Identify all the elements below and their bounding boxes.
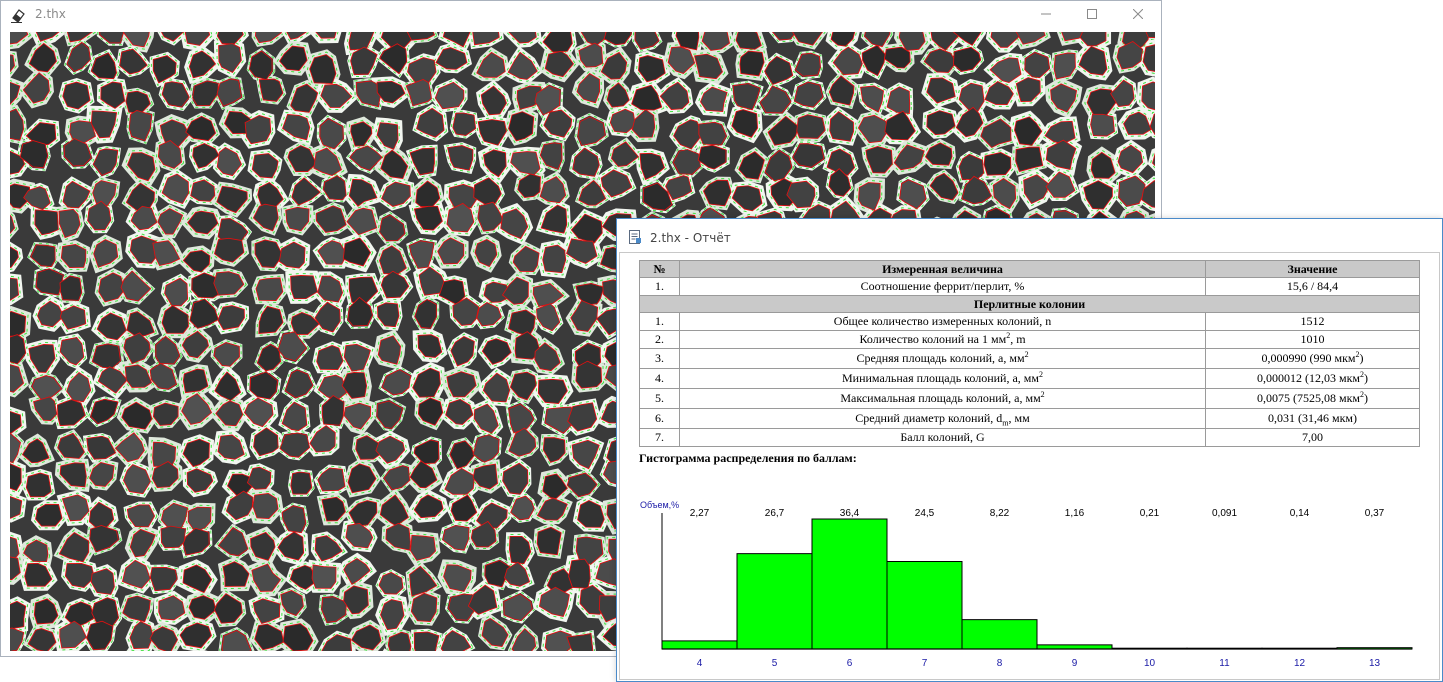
row-label: Соотношение феррит/перлит, % <box>679 277 1206 296</box>
report-content[interactable]: № Измеренная величина Значение 1. Соотно… <box>619 252 1440 680</box>
histogram-bar <box>886 561 963 650</box>
x-tick-label: 5 <box>772 658 778 669</box>
bar-value-label: 36,4 <box>840 508 860 519</box>
value-suffix: ) <box>1364 371 1368 385</box>
x-tick-label: 11 <box>1219 658 1230 669</box>
value-suffix: ) <box>1364 391 1368 405</box>
bar-value-label: 1,16 <box>1065 508 1085 519</box>
row-label: Максимальная площадь колоний, a, мм2 <box>679 388 1206 409</box>
label-text: Средняя площадь колоний, a, мм <box>856 351 1025 365</box>
report-icon <box>627 229 643 245</box>
report-window-titlebar[interactable]: 2.thx - Отчёт <box>617 219 1442 251</box>
value-text: 0,000012 (12,03 мкм <box>1256 371 1360 385</box>
label-text: Количество колоний на 1 мм <box>859 332 1007 346</box>
report-window[interactable]: 2.thx - Отчёт № Измеренная величина Знач… <box>616 218 1443 682</box>
eraser-icon <box>10 7 26 23</box>
table-row: 5. Максимальная площадь колоний, a, мм2 … <box>639 388 1420 409</box>
close-icon <box>1133 9 1143 19</box>
histogram-bar <box>736 553 813 650</box>
col-header-quantity: Измеренная величина <box>679 260 1206 278</box>
row-value: 0,000012 (12,03 мкм2) <box>1205 368 1420 389</box>
row-value: 0,031 (31,46 мкм) <box>1205 408 1420 429</box>
table-row: 1. Соотношение феррит/перлит, % 15,6 / 8… <box>639 277 1420 296</box>
label-text: Максимальная площадь колоний, a, мм <box>840 391 1041 405</box>
section-title: Перлитные колонии <box>639 295 1420 313</box>
row-label: Минимальная площадь колоний, a, мм2 <box>679 368 1206 389</box>
col-header-number: № <box>639 260 680 278</box>
bar-value-label: 8,22 <box>990 508 1010 519</box>
label-superscript: 2 <box>1024 350 1029 359</box>
bar-value-label: 0,21 <box>1140 508 1160 519</box>
row-number: 6. <box>639 408 680 429</box>
report-window-title: 2.thx - Отчёт <box>650 231 731 245</box>
x-tick-label: 9 <box>1072 658 1078 669</box>
histogram-bar <box>661 640 738 650</box>
label-text: Средний диаметр колоний, d <box>855 411 1003 425</box>
row-label: Общее количество измеренных колоний, n <box>679 312 1206 331</box>
row-number: 7. <box>639 428 680 447</box>
table-header-row: № Измеренная величина Значение <box>639 260 1420 278</box>
row-number: 1. <box>639 312 680 331</box>
row-number: 1. <box>639 277 680 296</box>
histogram-bar <box>1036 644 1113 650</box>
value-text: 0,0075 (7525,08 мкм <box>1256 391 1360 405</box>
row-number: 3. <box>639 348 680 369</box>
table-row: 4. Минимальная площадь колоний, a, мм2 0… <box>639 368 1420 389</box>
x-tick-label: 13 <box>1369 658 1381 669</box>
image-window-titlebar[interactable]: 2.thx <box>1 1 1161 27</box>
table-row: 1. Общее количество измеренных колоний, … <box>639 312 1420 331</box>
minimize-icon <box>1041 13 1051 15</box>
table-row: 6. Средний диаметр колоний, dm, мм 0,031… <box>639 408 1420 429</box>
table-section-row: Перлитные колонии <box>639 295 1420 313</box>
table-row: 3. Средняя площадь колоний, a, мм2 0,000… <box>639 348 1420 369</box>
row-value: 15,6 / 84,4 <box>1205 277 1420 296</box>
histogram-bar <box>811 518 888 650</box>
bar-value-label: 2,27 <box>690 508 710 519</box>
maximize-button[interactable] <box>1069 1 1115 27</box>
results-table: № Измеренная величина Значение 1. Соотно… <box>639 260 1420 447</box>
row-label: Количество колоний на 1 мм2, m <box>679 330 1206 349</box>
bar-value-label: 0,091 <box>1212 508 1237 519</box>
row-label: Средний диаметр колоний, dm, мм <box>679 408 1206 429</box>
value-suffix: ) <box>1359 351 1364 365</box>
x-tick-label: 6 <box>847 658 853 669</box>
col-header-value: Значение <box>1205 260 1420 278</box>
histogram-bar <box>961 619 1038 650</box>
row-value: 1512 <box>1205 312 1420 331</box>
value-text: 0,000990 (990 мкм <box>1261 351 1356 365</box>
row-value: 0,000990 (990 мкм2) <box>1205 348 1420 369</box>
row-number: 2. <box>639 330 680 349</box>
minimize-button[interactable] <box>1023 1 1069 27</box>
histogram-title: Гистограмма распределения по баллам: <box>639 451 857 465</box>
x-tick-label: 7 <box>922 658 928 669</box>
bar-value-label: 24,5 <box>915 508 935 519</box>
x-tick-label: 10 <box>1144 658 1156 669</box>
label-superscript: 2 <box>1040 390 1045 399</box>
maximize-icon <box>1087 9 1097 19</box>
row-value: 7,00 <box>1205 428 1420 447</box>
close-button[interactable] <box>1115 1 1161 27</box>
image-window-title: 2.thx <box>35 7 66 21</box>
x-tick-label: 12 <box>1294 658 1306 669</box>
label-suffix: , мм <box>1008 411 1030 425</box>
table-row: 7. Балл колоний, G 7,00 <box>639 428 1420 447</box>
y-axis-label: Объем,% <box>640 500 679 510</box>
bar-value-label: 0,37 <box>1365 508 1385 519</box>
x-tick-label: 4 <box>697 658 703 669</box>
row-value: 0,0075 (7525,08 мкм2) <box>1205 388 1420 409</box>
bar-value-label: 0,14 <box>1290 508 1310 519</box>
row-label: Средняя площадь колоний, a, мм2 <box>679 348 1206 369</box>
row-label: Балл колоний, G <box>679 428 1206 447</box>
x-tick-label: 8 <box>997 658 1003 669</box>
bar-value-label: 26,7 <box>765 508 785 519</box>
label-text: Минимальная площадь колоний, a, мм <box>842 371 1039 385</box>
label-superscript: 2 <box>1039 370 1043 379</box>
row-number: 4. <box>639 368 680 389</box>
table-row: 2. Количество колоний на 1 мм2, m 1010 <box>639 330 1420 349</box>
histogram-chart: Объем,% 2,27 4 26,7 5 36,4 6 24,5 7 8,22 8 1,16 9 0,2… <box>634 496 1434 676</box>
row-number: 5. <box>639 388 680 409</box>
row-value: 1010 <box>1205 330 1420 349</box>
label-suffix: , m <box>1010 332 1026 346</box>
